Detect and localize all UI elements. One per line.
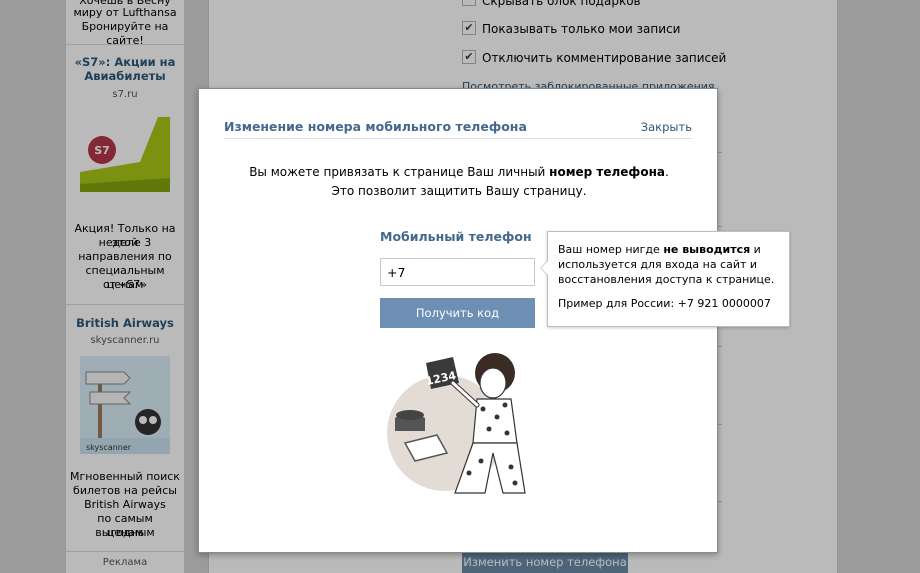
- ad-divider: [66, 44, 184, 45]
- ad-ba-text[interactable]: Мгновенный поиск: [66, 470, 184, 484]
- ad-ba-text[interactable]: билетов на рейсы: [66, 484, 184, 498]
- ad-ba-image[interactable]: skyscanner: [80, 356, 170, 454]
- phone-illustration: 1234: [385, 343, 535, 503]
- intro-line-1: Вы можете привязать к странице Ваш личны…: [199, 163, 719, 182]
- dialog-header: Изменение номера мобильного телефона Зак…: [224, 117, 692, 139]
- dialog-intro: Вы можете привязать к странице Ваш личны…: [199, 163, 719, 201]
- ad-s7-text[interactable]: неделе 3: [66, 236, 184, 250]
- tooltip-arrow: [541, 261, 548, 275]
- phone-hint-tooltip: Ваш номер нигде не выводится и используе…: [540, 231, 790, 327]
- right-gutter: [838, 0, 920, 573]
- hide-gifts-label[interactable]: Скрывать блок подарков: [482, 0, 641, 8]
- ad-ba-text[interactable]: British Airways: [66, 498, 184, 512]
- tooltip-line: восстановления доступа к странице.: [558, 273, 775, 286]
- tooltip-line: используется для входа на сайт и: [558, 258, 758, 271]
- change-phone-button[interactable]: Изменить номер телефона: [462, 552, 628, 573]
- ad-s7-title[interactable]: «S7»: Акции на: [66, 55, 184, 70]
- disable-comments-checkbox[interactable]: ✔: [462, 50, 476, 64]
- ad-lufthansa-text[interactable]: миру от Lufthansa: [66, 6, 184, 20]
- intro-bold-text: номер телефона: [549, 165, 665, 179]
- tooltip-example: Пример для России: +7 921 0000007: [558, 297, 771, 310]
- tooltip-text: Ваш номер нигде: [558, 243, 664, 256]
- skyscanner-logo: skyscanner: [86, 443, 132, 452]
- ad-s7-domain: s7.ru: [112, 89, 138, 100]
- dialog-title: Изменение номера мобильного телефона: [224, 119, 527, 134]
- tooltip-text: и: [750, 243, 761, 256]
- intro-line-2: Это позволит защитить Вашу страницу.: [331, 184, 587, 198]
- show-only-my-posts-label[interactable]: Показывать только мои записи: [482, 22, 680, 36]
- ad-ba-domain: skyscanner.ru: [90, 335, 160, 346]
- ad-s7-text[interactable]: от «S7»: [66, 278, 184, 292]
- close-link[interactable]: Закрыть: [641, 120, 692, 134]
- tooltip-line: Ваш номер нигде не выводится и: [558, 242, 779, 257]
- phone-input[interactable]: [380, 258, 535, 286]
- ad-divider: [66, 304, 184, 305]
- intro-text: .: [664, 165, 669, 179]
- s7-logo: S7: [94, 144, 110, 157]
- ad-s7-text[interactable]: направления по: [66, 250, 184, 264]
- ad-ba-text[interactable]: ценам: [66, 526, 184, 540]
- tooltip-bold-text: не выводится: [663, 243, 751, 256]
- intro-text: Вы можете привязать к странице Ваш личны…: [249, 165, 550, 179]
- ad-divider: [66, 551, 184, 552]
- hide-gifts-checkbox[interactable]: [462, 0, 476, 6]
- get-code-button[interactable]: Получить код: [380, 298, 535, 328]
- ad-s7-title[interactable]: Авиабилеты: [66, 69, 184, 84]
- disable-comments-label[interactable]: Отключить комментирование записей: [482, 51, 726, 65]
- ads-label[interactable]: Реклама: [66, 557, 184, 568]
- show-only-my-posts-checkbox[interactable]: ✔: [462, 21, 476, 35]
- phone-field-label: Мобильный телефон: [380, 229, 532, 244]
- ad-s7-image[interactable]: S7: [80, 112, 170, 210]
- ad-ba-title[interactable]: British Airways: [66, 316, 184, 331]
